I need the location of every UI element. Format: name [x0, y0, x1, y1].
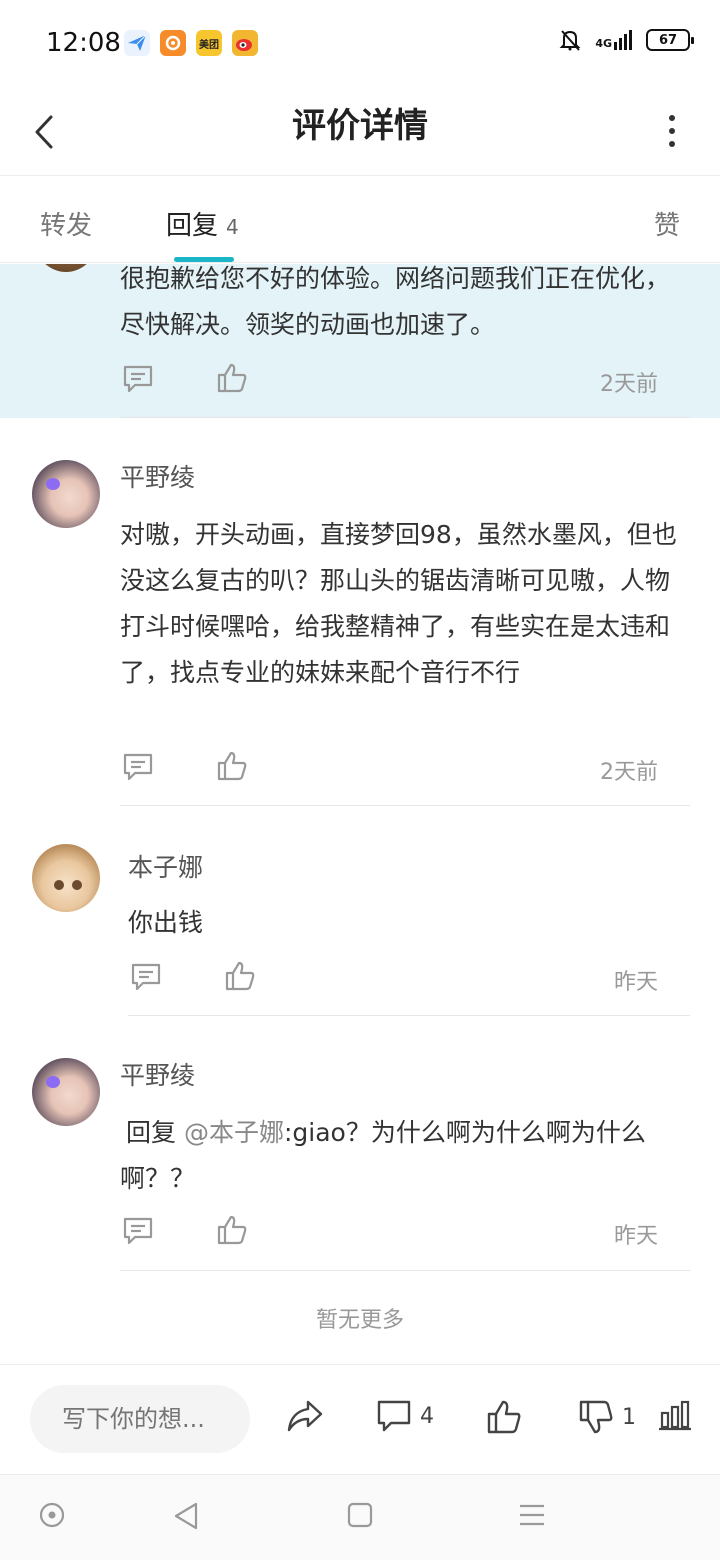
comment-item: 平野绫 回复 @本子娜:giao？为什么啊为什么啊为什么啊？？ 昨天	[0, 1018, 720, 1272]
tab-bar: 转发 回复 4 赞	[0, 177, 720, 263]
meituan-label: 美团	[199, 39, 219, 51]
comment-text: 回复 @本子娜:giao？为什么啊为什么啊为什么啊？？	[120, 1110, 690, 1202]
bar-chart-icon	[659, 1400, 691, 1431]
battery-icon: 67	[646, 29, 694, 51]
tab-forward[interactable]: 转发	[40, 205, 92, 242]
status-bar: 12:08 美团 4G 67	[0, 0, 720, 88]
comments-button[interactable]: 4	[376, 1399, 434, 1433]
user-mention[interactable]: @本子娜	[184, 1118, 284, 1147]
comment-actions: 2天前	[120, 362, 690, 402]
comment-input[interactable]	[30, 1385, 250, 1453]
like-button[interactable]	[216, 1214, 248, 1250]
comment-time: 2天前	[600, 760, 658, 785]
username[interactable]: 本子娜	[128, 848, 203, 884]
comment-text: 很抱歉给您不好的体验。网络问题我们正在优化，尽快解决。领奖的动画也加速了。	[120, 264, 671, 339]
share-button[interactable]	[286, 1399, 324, 1433]
bottom-action-bar: 4 1	[0, 1364, 720, 1474]
comment-count: 4	[420, 1403, 434, 1429]
status-time: 12:08	[46, 28, 121, 58]
thumbs-up-icon	[225, 961, 255, 991]
reply-button[interactable]	[130, 962, 162, 996]
divider	[120, 1270, 690, 1271]
circle-dot-icon	[39, 1502, 65, 1528]
avatar[interactable]	[34, 264, 98, 272]
comment-time: 昨天	[613, 1224, 658, 1249]
triangle-back-icon	[174, 1502, 198, 1530]
more-dot-icon	[669, 128, 675, 134]
stats-button[interactable]	[658, 1399, 692, 1431]
username[interactable]: 平野绫	[120, 1056, 195, 1092]
paper-plane-app-icon	[124, 30, 150, 56]
comment-actions: 昨天	[128, 960, 690, 1000]
avatar[interactable]	[32, 460, 100, 528]
thumbs-up-icon	[217, 1215, 247, 1245]
comment-item: 平野绫 对嗷，开头动画，直接梦回98，虽然水墨风，但也没这么复古的叭？那山头的锯…	[0, 418, 720, 808]
status-app-icons: 美团	[124, 30, 258, 56]
comment-time: 昨天	[613, 970, 658, 995]
highlighted-reply: 很抱歉给您不好的体验。网络问题我们正在优化，尽快解决。领奖的动画也加速了。 2天…	[0, 264, 720, 418]
status-indicators: 4G 67	[559, 28, 694, 52]
comment-text: 你出钱	[128, 908, 204, 937]
more-dot-icon	[669, 115, 675, 121]
thumbs-up-icon	[487, 1400, 521, 1434]
comment-actions: 昨天	[120, 1214, 690, 1254]
page-title: 评价详情	[292, 106, 428, 146]
system-nav-bar	[0, 1474, 720, 1560]
weibo-app-icon	[232, 30, 258, 56]
reply-button[interactable]	[122, 752, 154, 786]
more-dot-icon	[669, 141, 675, 147]
divider	[128, 1015, 690, 1016]
square-home-icon	[347, 1502, 373, 1528]
meituan-app-icon: 美团	[196, 30, 222, 56]
comment-icon	[123, 365, 153, 393]
dislike-button[interactable]: 1	[578, 1399, 636, 1435]
like-button[interactable]	[224, 960, 256, 996]
more-options-button[interactable]	[660, 106, 684, 156]
tab-reply-label: 回复	[166, 211, 219, 241]
menu-lines-icon	[520, 1504, 544, 1526]
reply-prefix: 回复	[126, 1118, 177, 1147]
nav-home-button[interactable]	[346, 1501, 374, 1533]
comment-icon	[123, 753, 153, 781]
dislike-count: 1	[622, 1404, 636, 1430]
nav-menu-button[interactable]	[518, 1501, 546, 1533]
thumbs-down-icon	[579, 1400, 613, 1434]
uc-browser-app-icon	[160, 30, 186, 56]
like-button[interactable]	[216, 362, 248, 398]
share-arrow-icon	[287, 1400, 323, 1432]
comment-icon	[377, 1400, 411, 1432]
no-more-label: 暂无更多	[315, 1308, 404, 1333]
assistant-button[interactable]	[38, 1501, 66, 1533]
tab-reply[interactable]: 回复 4	[166, 205, 239, 242]
avatar[interactable]	[32, 1058, 100, 1126]
mute-bell-icon	[559, 30, 581, 51]
title-bar: 评价详情	[0, 88, 720, 176]
like-button[interactable]	[486, 1399, 522, 1435]
tab-reply-count: 4	[226, 215, 239, 239]
comment-actions: 2天前	[120, 750, 690, 790]
like-button[interactable]	[216, 750, 248, 786]
username[interactable]: 平野绫	[120, 458, 195, 494]
comment-text: 对嗷，开头动画，直接梦回98，虽然水墨风，但也没这么复古的叭？那山头的锯齿清晰可…	[120, 520, 677, 687]
divider	[120, 805, 690, 806]
network-type: 4G	[595, 37, 612, 50]
active-tab-indicator	[174, 257, 234, 262]
comment-item: 本子娜 你出钱 昨天	[0, 808, 720, 1018]
reply-button[interactable]	[122, 364, 154, 398]
comment-icon	[123, 1217, 153, 1245]
thumbs-up-icon	[217, 751, 247, 781]
nav-back-button[interactable]	[172, 1501, 200, 1535]
comment-time: 2天前	[600, 372, 658, 397]
reply-button[interactable]	[122, 1216, 154, 1250]
tab-like[interactable]: 赞	[654, 205, 680, 242]
comment-icon	[131, 963, 161, 991]
avatar[interactable]	[32, 844, 100, 912]
battery-level: 67	[658, 32, 678, 48]
thumbs-up-icon	[217, 363, 247, 393]
signal-icon: 4G	[595, 30, 632, 50]
